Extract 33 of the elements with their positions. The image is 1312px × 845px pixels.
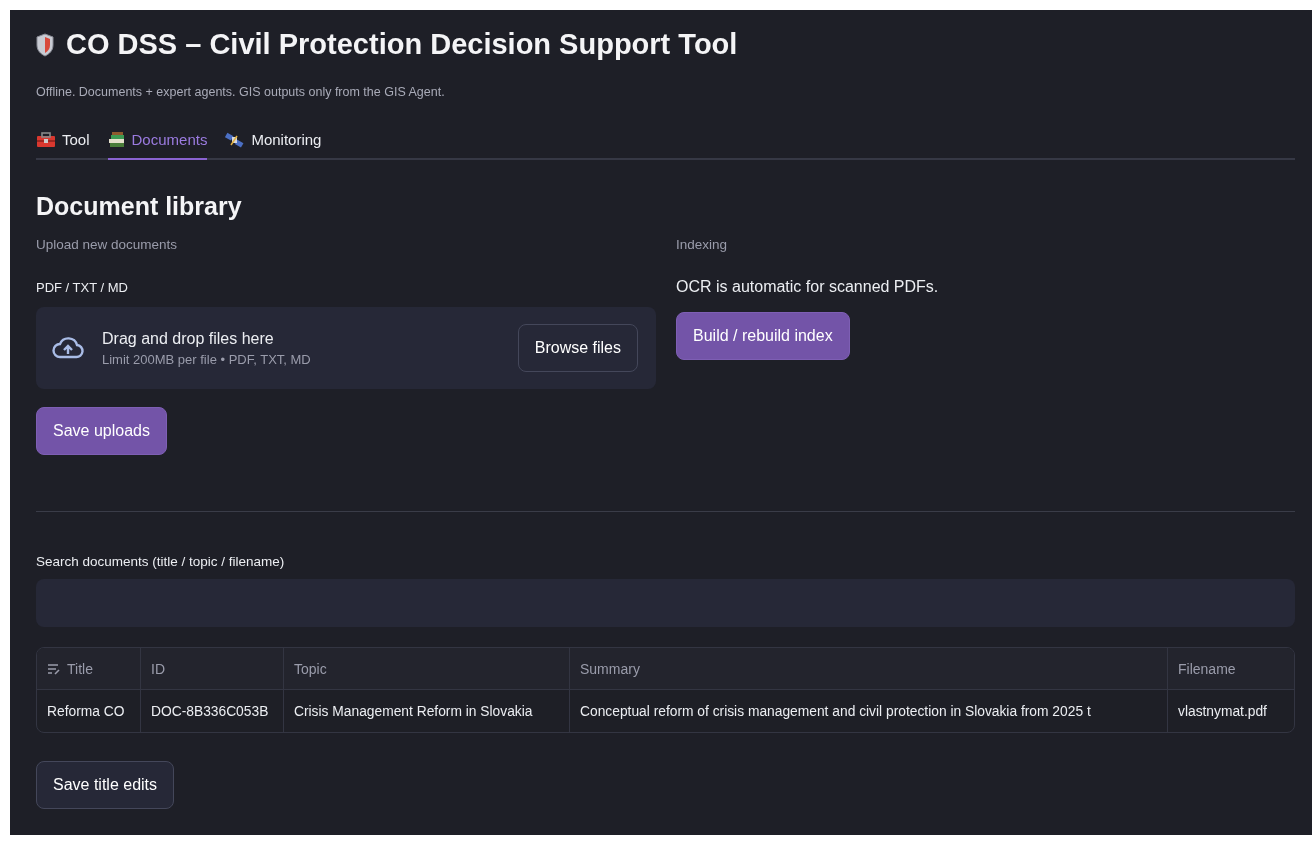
column-header[interactable]: Title (37, 648, 141, 690)
toolbox-icon (36, 131, 56, 148)
app-title: CO DSS – Civil Protection Decision Support Tool (66, 28, 738, 61)
build-index-button[interactable]: Build / rebuild index (676, 312, 850, 360)
table-cell: DOC-8B336C053B (141, 690, 284, 732)
tab[interactable]: Monitoring (225, 131, 322, 160)
app-subtitle: Offline. Documents + expert agents. GIS outputs only from the GIS Agent. (36, 85, 446, 99)
column-header[interactable]: Topic (284, 648, 570, 690)
table-cell: Reforma CO (37, 690, 141, 732)
file-types-label: PDF / TXT / MD (36, 280, 129, 295)
drop-instruction: Drag and drop files here (102, 329, 275, 348)
save-title-edits-button[interactable]: Save title edits (36, 761, 175, 809)
cloud-upload-icon (52, 336, 84, 360)
column-header[interactable]: Summary (570, 648, 1168, 690)
table-cell: Conceptual reform of crisis management and civil protection in Slovakia from 2025 t (570, 690, 1168, 732)
column-header[interactable]: ID (141, 648, 284, 690)
tab[interactable]: Documents (107, 131, 208, 160)
upload-caption: Upload new documents (36, 237, 179, 252)
indexing-caption: Indexing (676, 237, 729, 252)
browse-files-button[interactable]: Browse files (517, 324, 638, 372)
upload-limit-text: Limit 200MB per file • PDF, TXT, MD (102, 351, 312, 367)
column-header[interactable]: Filename (1168, 648, 1294, 690)
tab[interactable]: Tool (36, 131, 90, 160)
table-cell: Crisis Management Reform in Slovakia (284, 690, 570, 732)
file-drop-zone[interactable]: Drag and drop files here Limit 200MB per file • PDF, TXT, MD Browse files (36, 307, 656, 389)
shield-icon (36, 32, 54, 57)
ocr-note: OCR is automatic for scanned PDFs. (676, 278, 940, 296)
table-cell-text: vlastnymat.pdf (1177, 702, 1268, 721)
section-heading: Document library (36, 192, 243, 221)
satellite-icon (225, 131, 246, 148)
search-label: Search documents (title / topic / filename) (36, 554, 286, 569)
books-icon (107, 131, 126, 148)
save-uploads-button[interactable]: Save uploads (36, 407, 167, 455)
